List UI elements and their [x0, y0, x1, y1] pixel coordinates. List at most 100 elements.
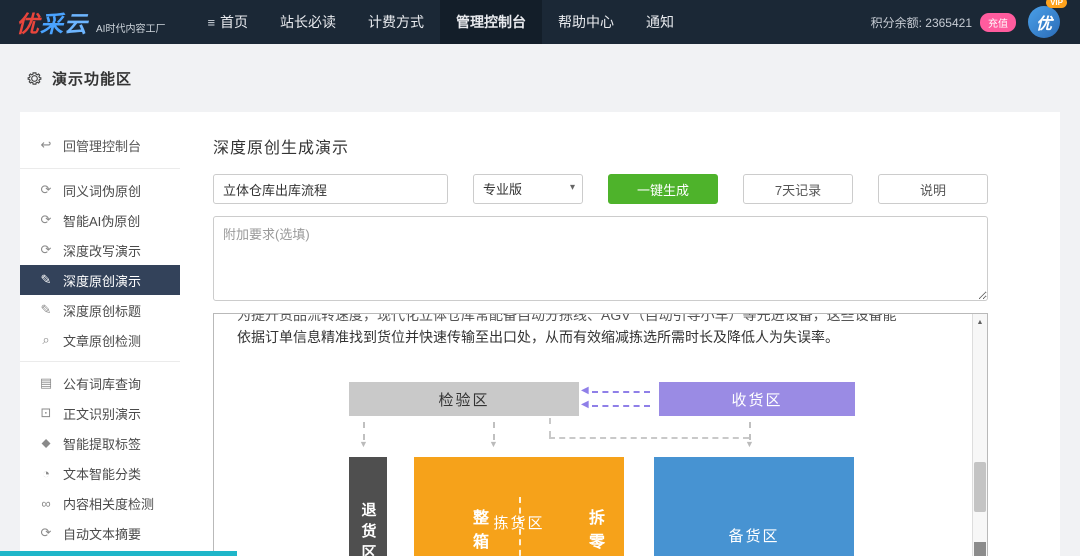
nav-item-label: 通知	[646, 12, 674, 32]
gear-icon	[26, 70, 43, 87]
split-case-label: 拆零	[582, 509, 606, 556]
page-title: 演示功能区	[52, 68, 132, 89]
logo-tagline: AI时代内容工厂	[96, 20, 165, 35]
content-card: ↩ 回管理控制台 ⟳ 同义词伪原创 ⟳ 智能AI伪原创 ⟳ 深度改写演示 ✎ 深…	[20, 112, 1060, 556]
sidebar: ↩ 回管理控制台 ⟳ 同义词伪原创 ⟳ 智能AI伪原创 ⟳ 深度改写演示 ✎ 深…	[20, 112, 180, 556]
extra-requirements-textarea[interactable]	[213, 216, 988, 301]
sidebar-item-ai-rewrite[interactable]: ⟳ 智能AI伪原创	[20, 205, 180, 235]
help-button[interactable]: 说明	[878, 174, 988, 204]
nav-item-console[interactable]: 管理控制台	[440, 0, 542, 44]
sidebar-item-label: 文章原创检测	[63, 331, 141, 350]
flow-arrow-left: ◀	[592, 405, 650, 407]
sync-icon: ⟳	[38, 212, 54, 228]
nav-item-notifications[interactable]: 通知	[630, 0, 690, 44]
sidebar-item-originality-check[interactable]: ⌕ 文章原创检测	[20, 325, 180, 355]
tag-icon: ⬥	[38, 435, 54, 451]
version-select[interactable]: 专业版	[473, 174, 583, 204]
keyword-input[interactable]	[213, 174, 448, 204]
sidebar-item-deep-original-demo[interactable]: ✎ 深度原创演示	[20, 265, 180, 295]
vip-badge: VIP	[1046, 0, 1067, 8]
nav-item-label: 帮助中心	[558, 12, 614, 32]
sidebar-item-tag-extraction[interactable]: ⬥ 智能提取标签	[20, 428, 180, 458]
user-avatar-wrap: 优 VIP	[1028, 6, 1060, 38]
nav-item-label: 首页	[220, 12, 248, 32]
nav-item-label: 计费方式	[368, 12, 424, 32]
nav-item-label: 站长必读	[280, 12, 336, 32]
flow-arrow-down: ▼	[489, 422, 499, 448]
sidebar-item-back-console[interactable]: ↩ 回管理控制台	[20, 128, 180, 162]
sidebar-item-public-lexicon[interactable]: ▤ 公有词库查询	[20, 368, 180, 398]
sidebar-item-label: 智能AI伪原创	[63, 211, 140, 230]
back-icon: ↩	[38, 137, 54, 153]
picking-divider	[519, 497, 521, 556]
edit-icon: ✎	[38, 272, 54, 288]
logo-char: 云	[64, 5, 88, 39]
arrow-down-icon: ▼	[745, 440, 755, 448]
sidebar-item-synonym-rewrite[interactable]: ⟳ 同义词伪原创	[20, 175, 180, 205]
scroll-up-icon: ▲	[977, 319, 984, 326]
sidebar-item-label: 文本智能分类	[63, 464, 141, 483]
page-header: 演示功能区	[0, 44, 1080, 105]
credits-balance: 积分余额: 2365421	[871, 14, 972, 31]
flow-connector	[549, 437, 749, 439]
history-button[interactable]: 7天记录	[743, 174, 853, 204]
screen-icon: ⊡	[38, 405, 54, 421]
inspection-area-box: 检验区	[349, 382, 579, 416]
sidebar-item-label: 回管理控制台	[63, 136, 141, 155]
sync-icon: ⟳	[38, 525, 54, 541]
stock-area-box: 备货区	[654, 457, 854, 556]
result-panel: 为提升货品流转速度，现代化立体仓库常配备自动分拣线、AGV（自动引导小车）等先进…	[213, 313, 988, 556]
sidebar-item-label: 智能提取标签	[63, 434, 141, 453]
sidebar-item-text-classification[interactable]: ◔ 文本智能分类	[20, 458, 180, 488]
sidebar-item-label: 深度改写演示	[63, 241, 141, 260]
edit-icon: ✎	[38, 302, 54, 318]
controls-row: 专业版 ▾ 一键生成 7天记录 说明	[213, 174, 988, 204]
app-logo[interactable]: 优 采 云 AI时代内容工厂	[16, 5, 165, 39]
receiving-area-box: 收货区	[659, 382, 855, 416]
main-content: 深度原创生成演示 专业版 ▾ 一键生成 7天记录 说明 为提升货品流转速度，现代…	[180, 112, 1060, 556]
logo-char: 采	[40, 5, 64, 39]
nav-right-area: 积分余额: 2365421 充值 优 VIP	[871, 6, 1070, 38]
section-title: 深度原创生成演示	[213, 134, 1060, 158]
flow-arrow-left: ◀	[592, 391, 650, 393]
nav-item-help[interactable]: 帮助中心	[542, 0, 630, 44]
whole-case-label: 整箱	[466, 509, 490, 556]
nav-item-billing[interactable]: 计费方式	[352, 0, 440, 44]
sidebar-item-auto-summary[interactable]: ⟳ 自动文本摘要	[20, 518, 180, 548]
sidebar-item-label: 深度原创演示	[63, 271, 141, 290]
nav-item-home[interactable]: ≡ 首页	[191, 0, 264, 44]
library-icon: ▤	[38, 375, 54, 391]
arrow-left-icon: ◀	[581, 385, 589, 396]
sidebar-item-label: 内容相关度检测	[63, 494, 154, 513]
top-nav: 优 采 云 AI时代内容工厂 ≡ 首页 站长必读 计费方式 管理控制台 帮助中心…	[0, 0, 1080, 44]
pie-icon: ◔	[38, 466, 54, 481]
recharge-badge[interactable]: 充值	[980, 13, 1016, 32]
arrow-down-icon: ▼	[489, 440, 499, 448]
search-icon: ⌕	[38, 332, 54, 348]
result-clipped-line: 为提升货品流转速度，现代化立体仓库常配备自动分拣线、AGV（自动引导小车）等先进…	[214, 314, 987, 324]
scrollbar-lower-thumb[interactable]	[974, 542, 986, 556]
flow-connector	[549, 418, 551, 437]
logo-char: 优	[16, 5, 40, 39]
picking-area-box: 拣货区 整箱 拆零	[414, 457, 624, 556]
sidebar-item-label: 同义词伪原创	[63, 181, 141, 200]
avatar[interactable]: 优	[1028, 6, 1060, 38]
nav-item-must-read[interactable]: 站长必读	[264, 0, 352, 44]
sidebar-item-label: 深度原创标题	[63, 301, 141, 320]
bottom-accent-bar	[0, 551, 237, 556]
sidebar-item-relevance-check[interactable]: ∞ 内容相关度检测	[20, 488, 180, 518]
sidebar-item-body-recognition[interactable]: ⊡ 正文识别演示	[20, 398, 180, 428]
sidebar-item-deep-rewrite-demo[interactable]: ⟳ 深度改写演示	[20, 235, 180, 265]
result-scrollbar[interactable]: ▲	[972, 314, 987, 556]
generate-button[interactable]: 一键生成	[608, 174, 718, 204]
sidebar-divider	[20, 361, 180, 362]
scrollbar-thumb[interactable]	[974, 462, 986, 512]
scroll-up-button[interactable]: ▲	[973, 314, 987, 330]
warehouse-flow-diagram: 检验区 收货区 ◀ ◀ ▼ ▼ ▼	[214, 382, 987, 556]
sidebar-item-label: 正文识别演示	[63, 404, 141, 423]
main-menu: ≡ 首页 站长必读 计费方式 管理控制台 帮助中心 通知	[191, 0, 690, 44]
arrow-left-icon: ◀	[581, 399, 589, 410]
return-area-box: 退货区	[349, 457, 387, 556]
flow-arrow-down: ▼	[359, 422, 369, 448]
sidebar-item-deep-original-title[interactable]: ✎ 深度原创标题	[20, 295, 180, 325]
